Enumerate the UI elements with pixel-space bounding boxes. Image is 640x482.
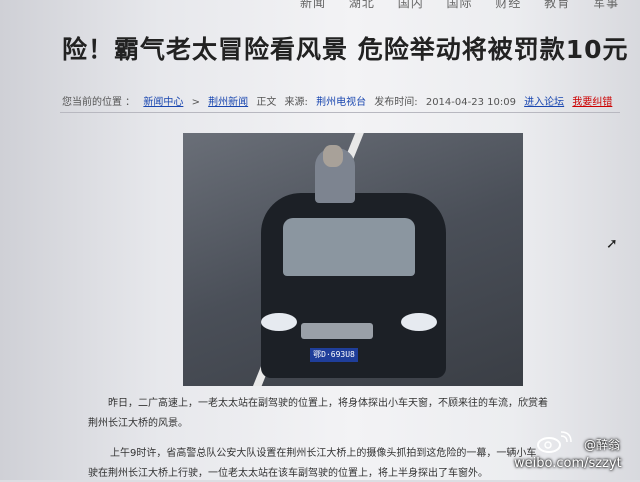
nav-item[interactable]: 湖北 [349, 0, 375, 10]
report-error-link[interactable]: 我要纠错 [572, 97, 612, 108]
car-grille [301, 323, 373, 339]
breadcrumb-news-center[interactable]: 新闻中心 [143, 97, 183, 108]
source-value: 荆州电视台 [316, 97, 367, 108]
nav-item[interactable]: 教育 [544, 0, 570, 10]
article-meta: 您当前的位置 ： 新闻中心 > 荆州新闻 正文 来源: 荆州电视台 发布时间: … [62, 93, 622, 109]
article-photo: 鄂D·693U8 [183, 133, 523, 386]
paragraph-1-line-2: 荆州长江大桥的风景。 [88, 418, 188, 429]
nav-item[interactable]: 新闻 [300, 0, 326, 10]
article-headline: 险！霸气老太冒险看风景 危险举动将被罚款10元 [62, 35, 629, 64]
blurred-face [323, 145, 343, 167]
license-plate: 鄂D·693U8 [310, 348, 358, 362]
nav-item[interactable]: 国内 [398, 0, 424, 10]
time-label: 发布时间: [374, 97, 418, 108]
breadcrumb-separator: > [191, 97, 200, 108]
screen: 新闻 湖北 国内 国际 财经 教育 军事 科技 险！霸气老太冒险看风景 危险举动… [0, 0, 640, 480]
location-label: 您当前的位置 ： [62, 97, 136, 108]
paragraph-2-line-1: 上午9时许，省高警总队公安大队设置在荆州长江大桥上的摄像头抓拍到这危险的一幕，一… [110, 448, 537, 459]
paragraph-1-line-1: 昨日，二广高速上，一老太太站在副驾驶的位置上，将身体探出小车天窗，不顾来往的车流… [108, 398, 548, 409]
article-type: 正文 [256, 97, 277, 108]
publish-time: 2014-04-23 10:09 [425, 97, 516, 108]
source-label: 来源: [284, 97, 308, 108]
weibo-logo-icon [537, 431, 572, 453]
breadcrumb-jingzhou-news[interactable]: 荆州新闻 [208, 97, 248, 108]
car-windshield [283, 218, 415, 276]
headlight-left [261, 313, 297, 331]
watermark-url: weibo.com/szzyt [514, 456, 622, 471]
top-nav: 新闻 湖北 国内 国际 财经 教育 军事 科技 [300, 0, 640, 12]
header-divider [60, 112, 620, 113]
mouse-cursor-icon: ➚ [606, 236, 618, 252]
nav-item[interactable]: 军事 [593, 0, 619, 10]
nav-item[interactable]: 财经 [495, 0, 521, 10]
forum-link[interactable]: 进入论坛 [524, 97, 564, 108]
watermark-handle: @醉翁 [584, 438, 621, 452]
nav-item[interactable]: 国际 [447, 0, 473, 10]
headlight-right [401, 313, 437, 331]
